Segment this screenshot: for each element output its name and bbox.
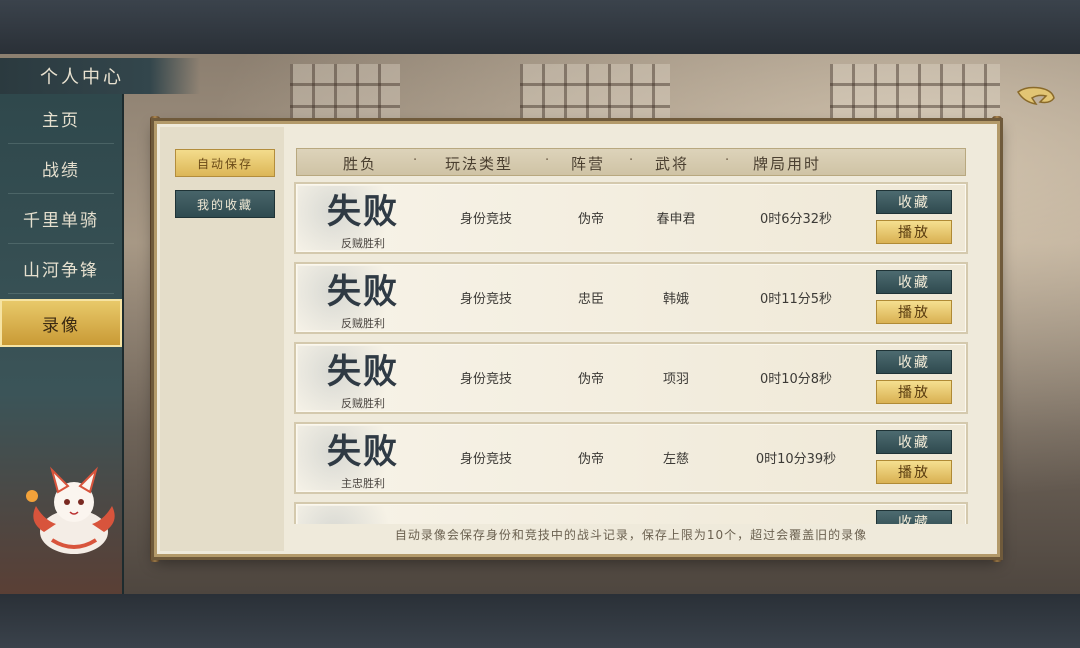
cloud-pattern	[298, 506, 418, 524]
sidebar-item-records[interactable]: 战绩	[8, 144, 114, 194]
duration-cell: 0时10分39秒	[755, 452, 837, 467]
header-separator: ·	[725, 153, 732, 168]
sidebar-item-mountain-river[interactable]: 山河争锋	[8, 244, 114, 294]
header-faction: 阵营	[571, 155, 606, 173]
duration-cell: 0时10分8秒	[759, 372, 833, 387]
hero-cell: 韩娥	[662, 292, 689, 307]
sidebar-item-home[interactable]: 主页	[8, 94, 114, 144]
favorite-button[interactable]: 收藏	[876, 430, 952, 454]
page-title: 个人中心	[0, 58, 200, 94]
sidebar-item-replays[interactable]: 录像	[0, 299, 122, 347]
faction-cell: 伪帝	[577, 452, 604, 467]
footer-note: 自动录像会保存身份和竞技中的战斗记录，保存上限为10个，超过会覆盖旧的录像	[394, 528, 868, 542]
play-button[interactable]: 播放	[876, 460, 952, 484]
table-header: 胜负 · 玩法类型 · 阵营 · 武将 · 牌局用时	[296, 148, 966, 176]
partial-row-clip: 收藏	[294, 500, 968, 524]
header-separator: ·	[413, 153, 420, 168]
result-text: 失败	[327, 352, 399, 392]
mode-cell: 身份竞技	[459, 372, 512, 387]
duration-cell: 0时11分5秒	[759, 292, 833, 307]
result-detail: 反贼胜利	[341, 317, 385, 330]
header-result: 胜负	[343, 155, 378, 173]
top-letterbox	[0, 0, 1080, 54]
mode-cell: 身份竞技	[459, 452, 512, 467]
play-button[interactable]: 播放	[876, 300, 952, 324]
favorite-button[interactable]: 收藏	[876, 350, 952, 374]
result-text: 失败	[327, 272, 399, 312]
back-arrow-icon[interactable]	[1014, 82, 1058, 110]
favorite-button[interactable]: 收藏	[876, 270, 952, 294]
bottom-letterbox	[0, 594, 1080, 648]
play-button[interactable]: 播放	[876, 380, 952, 404]
play-button[interactable]: 播放	[876, 220, 952, 244]
tab-favorites[interactable]: 我的收藏	[175, 190, 275, 218]
header-separator: ·	[629, 153, 636, 168]
hero-cell: 春申君	[656, 212, 696, 227]
sidebar-item-solo-ride[interactable]: 千里单骑	[8, 194, 114, 244]
duration-cell: 0时6分32秒	[759, 212, 833, 227]
result-detail: 反贼胜利	[341, 397, 385, 410]
mode-cell: 身份竞技	[459, 292, 512, 307]
fox-mascot-icon	[26, 466, 115, 554]
header-separator: ·	[545, 153, 552, 168]
result-detail: 反贼胜利	[341, 237, 385, 250]
result-detail: 主忠胜利	[341, 477, 385, 490]
faction-cell: 伪帝	[577, 372, 604, 387]
favorite-button[interactable]: 收藏	[876, 510, 952, 524]
header-hero: 武将	[655, 155, 690, 173]
favorite-button[interactable]: 收藏	[876, 190, 952, 214]
table-row: 失败 反贼胜利 身份竞技 忠臣 韩娥 0时11分5秒 收藏 播放	[294, 262, 968, 334]
header-mode: 玩法类型	[445, 155, 514, 173]
table-row: 失败 反贼胜利 身份竞技 伪帝 项羽 0时10分8秒 收藏 播放	[294, 342, 968, 414]
faction-cell: 忠臣	[577, 292, 604, 307]
mode-cell: 身份竞技	[459, 212, 512, 227]
faction-cell: 伪帝	[577, 212, 604, 227]
hero-cell: 项羽	[662, 372, 689, 387]
result-text: 失败	[327, 192, 399, 232]
header-duration: 牌局用时	[753, 155, 822, 173]
result-text: 失败	[327, 432, 399, 472]
table-row: 失败 主忠胜利 身份竞技 伪帝 左慈 0时10分39秒 收藏 播放	[294, 422, 968, 494]
hero-cell: 左慈	[662, 452, 689, 467]
tab-auto-save[interactable]: 自动保存	[175, 149, 275, 177]
table-row: 收藏	[294, 502, 968, 524]
table-row: 失败 反贼胜利 身份竞技 伪帝 春申君 0时6分32秒 收藏 播放	[294, 182, 968, 254]
